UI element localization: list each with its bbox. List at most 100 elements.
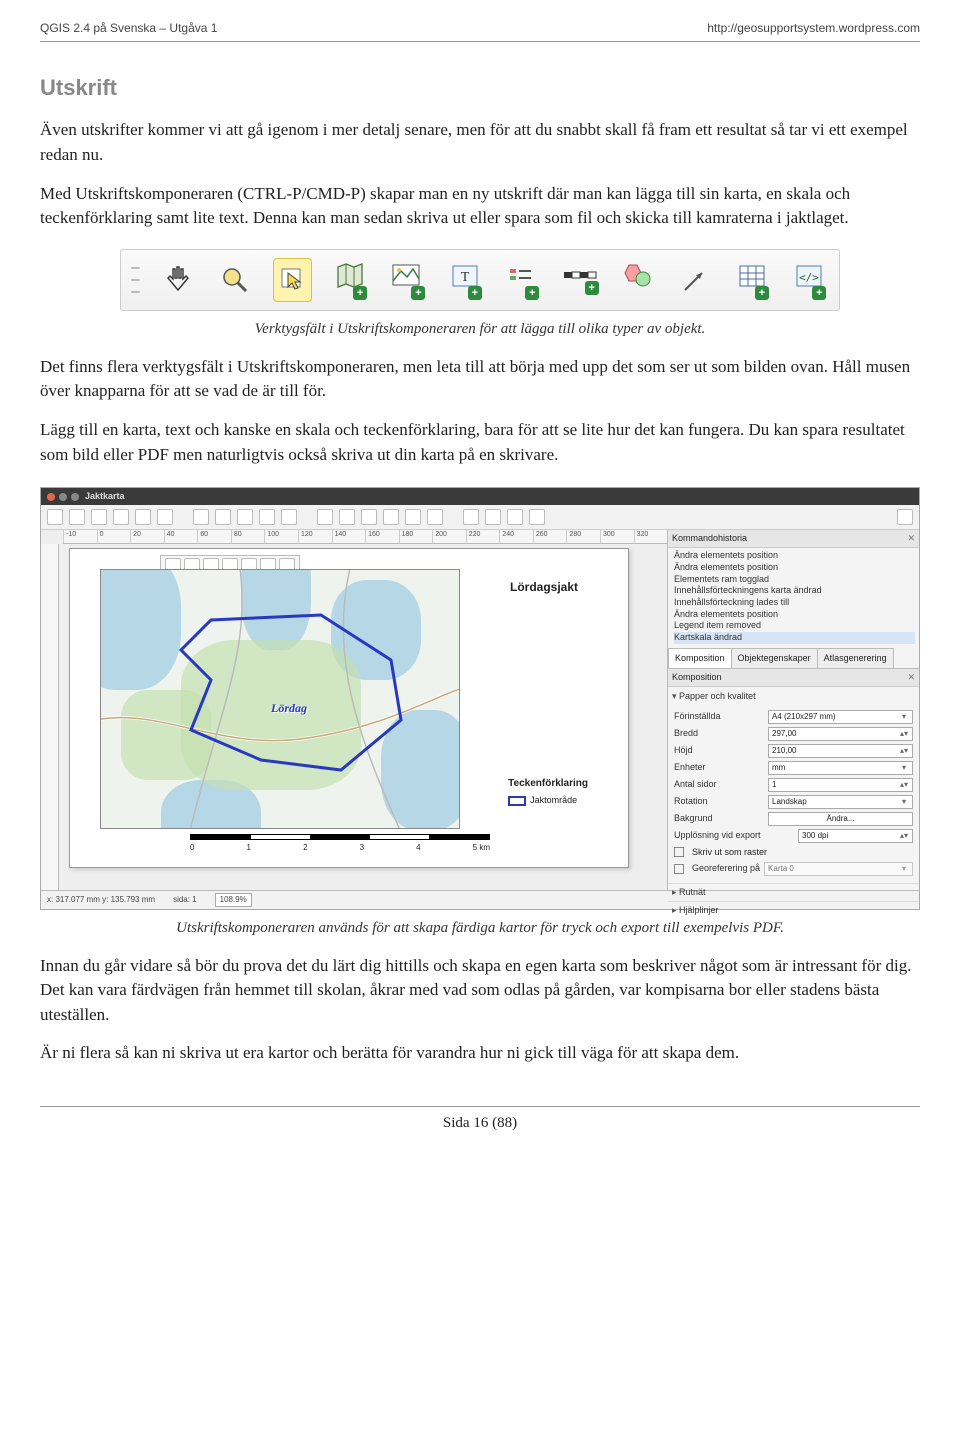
paper-section-header[interactable]: Papper och kvalitet: [668, 687, 919, 706]
add-map-icon[interactable]: +: [330, 258, 369, 302]
close-icon[interactable]: ✕: [907, 532, 915, 545]
toolbar-button[interactable]: [91, 509, 107, 525]
zoom-icon[interactable]: [215, 258, 254, 302]
close-icon[interactable]: ✕: [907, 671, 915, 684]
caption-composer: Utskriftskomponeraren används för att sk…: [40, 918, 920, 940]
history-list[interactable]: Ändra elementets position Ändra elemente…: [668, 548, 919, 648]
grid-section[interactable]: Rutnät: [668, 883, 919, 901]
units-select[interactable]: mm▾: [768, 761, 913, 775]
tab-atlas[interactable]: Atlasgenerering: [817, 648, 894, 668]
history-item[interactable]: Innehållsförteckning lades till: [674, 597, 915, 609]
history-item[interactable]: Ändra elementets position: [674, 562, 915, 574]
raster-checkbox[interactable]: [674, 847, 684, 857]
para-4: Lägg till en karta, text och kanske en s…: [40, 418, 920, 467]
toolbar-button[interactable]: [157, 509, 173, 525]
add-legend-icon[interactable]: +: [503, 258, 542, 302]
select-icon[interactable]: [273, 258, 313, 302]
add-arrow-icon[interactable]: [675, 258, 714, 302]
height-label: Höjd: [674, 744, 764, 757]
para-6: Är ni flera så kan ni skriva ut era kart…: [40, 1041, 920, 1066]
rotation-select[interactable]: Landskap▾: [768, 795, 913, 809]
tab-composition[interactable]: Komposition: [668, 648, 732, 668]
maximize-icon[interactable]: [71, 493, 79, 501]
page-footer: Sida 16 (88): [40, 1106, 920, 1135]
history-item[interactable]: Legend item removed: [674, 620, 915, 632]
toolbar-button[interactable]: [215, 509, 231, 525]
toolbar-button[interactable]: [69, 509, 85, 525]
plus-badge-icon: +: [812, 286, 826, 300]
history-item[interactable]: Innehållsförteckningens karta ändrad: [674, 585, 915, 597]
map-item[interactable]: Lördag: [100, 569, 460, 829]
toolbar-button[interactable]: [463, 509, 479, 525]
add-label-icon[interactable]: T +: [445, 258, 484, 302]
para-5: Innan du går vidare så bör du prova det …: [40, 954, 920, 1028]
add-image-icon[interactable]: +: [388, 258, 427, 302]
plus-badge-icon: +: [353, 286, 367, 300]
toolbar-button[interactable]: [339, 509, 355, 525]
composer-toolbar-figure: + + T + + + +: [120, 249, 840, 311]
close-icon[interactable]: [47, 493, 55, 501]
composition-panel-title: Komposition ✕: [668, 669, 919, 687]
toolbar-button[interactable]: [405, 509, 421, 525]
pages-input[interactable]: 1▴▾: [768, 778, 913, 792]
preset-select[interactable]: A4 (210x297 mm)▾: [768, 710, 913, 724]
width-input[interactable]: 297,00▴▾: [768, 727, 913, 741]
rotation-label: Rotation: [674, 795, 764, 808]
guides-section[interactable]: Hjälplinjer: [668, 901, 919, 919]
svg-text:T: T: [461, 270, 470, 285]
toolbar-button[interactable]: [259, 509, 275, 525]
add-html-icon[interactable]: </> +: [790, 258, 829, 302]
composer-canvas[interactable]: -100204060801001201401601802002202402602…: [41, 530, 667, 890]
georef-checkbox[interactable]: [674, 864, 684, 874]
history-item[interactable]: Ändra elementets position: [674, 550, 915, 562]
tab-item-properties[interactable]: Objektegenskaper: [731, 648, 818, 668]
toolbar-button[interactable]: [317, 509, 333, 525]
property-tabs: Komposition Objektegenskaper Atlasgenere…: [668, 648, 919, 669]
para-3: Det finns flera verktygsfält i Utskrifts…: [40, 355, 920, 404]
zoom-input[interactable]: 108.9%: [215, 893, 252, 907]
toolbar-button[interactable]: [193, 509, 209, 525]
background-button[interactable]: Ändra...: [768, 812, 913, 826]
toolbar-button[interactable]: [507, 509, 523, 525]
composer-window: Jaktkarta -100204060801001201401601802: [40, 487, 920, 910]
pages-label: Antal sidor: [674, 778, 764, 791]
ruler-vertical: [41, 544, 59, 890]
toolbar-button[interactable]: [361, 509, 377, 525]
toolbar-button[interactable]: [47, 509, 63, 525]
toolbar-button[interactable]: [113, 509, 129, 525]
page-header: QGIS 2.4 på Svenska – Utgåva 1 http://ge…: [40, 20, 920, 42]
svg-text:</>: </>: [799, 271, 819, 284]
window-title: Jaktkarta: [85, 490, 125, 503]
header-right: http://geosupportsystem.wordpress.com: [707, 20, 920, 37]
plus-badge-icon: +: [755, 286, 769, 300]
toolbar-button[interactable]: [427, 509, 443, 525]
toolbar-button[interactable]: [485, 509, 501, 525]
toolbar-button[interactable]: [237, 509, 253, 525]
caption-toolbar: Verktygsfält i Utskriftskomponeraren för…: [40, 319, 920, 341]
legend-swatch-icon: [508, 796, 526, 806]
legend-item[interactable]: Teckenförklaring Jaktområde: [508, 777, 588, 808]
add-shape-icon[interactable]: [617, 258, 656, 302]
toolbar-button[interactable]: [383, 509, 399, 525]
georef-select[interactable]: Karta 0▾: [764, 862, 913, 876]
pan-icon[interactable]: [158, 258, 197, 302]
legend-title: Teckenförklaring: [508, 777, 588, 792]
height-input[interactable]: 210,00▴▾: [768, 744, 913, 758]
add-table-icon[interactable]: +: [732, 258, 771, 302]
history-item[interactable]: Ändra elementets position: [674, 609, 915, 621]
layout-title-label[interactable]: Lördagsjakt: [510, 579, 578, 596]
para-2: Med Utskriftskomponeraren (CTRL-P/CMD-P)…: [40, 182, 920, 231]
section-title: Utskrift: [40, 72, 920, 104]
history-item[interactable]: Kartskala ändrad: [674, 632, 915, 644]
add-scalebar-icon[interactable]: +: [560, 258, 599, 302]
scalebar-item[interactable]: 0 1 2 3 4 5 km: [190, 834, 490, 854]
export-res-input[interactable]: 300 dpi▴▾: [798, 829, 913, 843]
history-panel-title: Kommandohistoria ✕: [668, 530, 919, 548]
minimize-icon[interactable]: [59, 493, 67, 501]
toolbar-button[interactable]: [135, 509, 151, 525]
layout-page[interactable]: Lördag Lördagsjakt Teckenförklaring Jakt…: [69, 548, 629, 868]
history-item[interactable]: Elementets ram togglad: [674, 574, 915, 586]
toolbar-button[interactable]: [281, 509, 297, 525]
toolbar-button[interactable]: [529, 509, 545, 525]
toolbar-button[interactable]: [897, 509, 913, 525]
